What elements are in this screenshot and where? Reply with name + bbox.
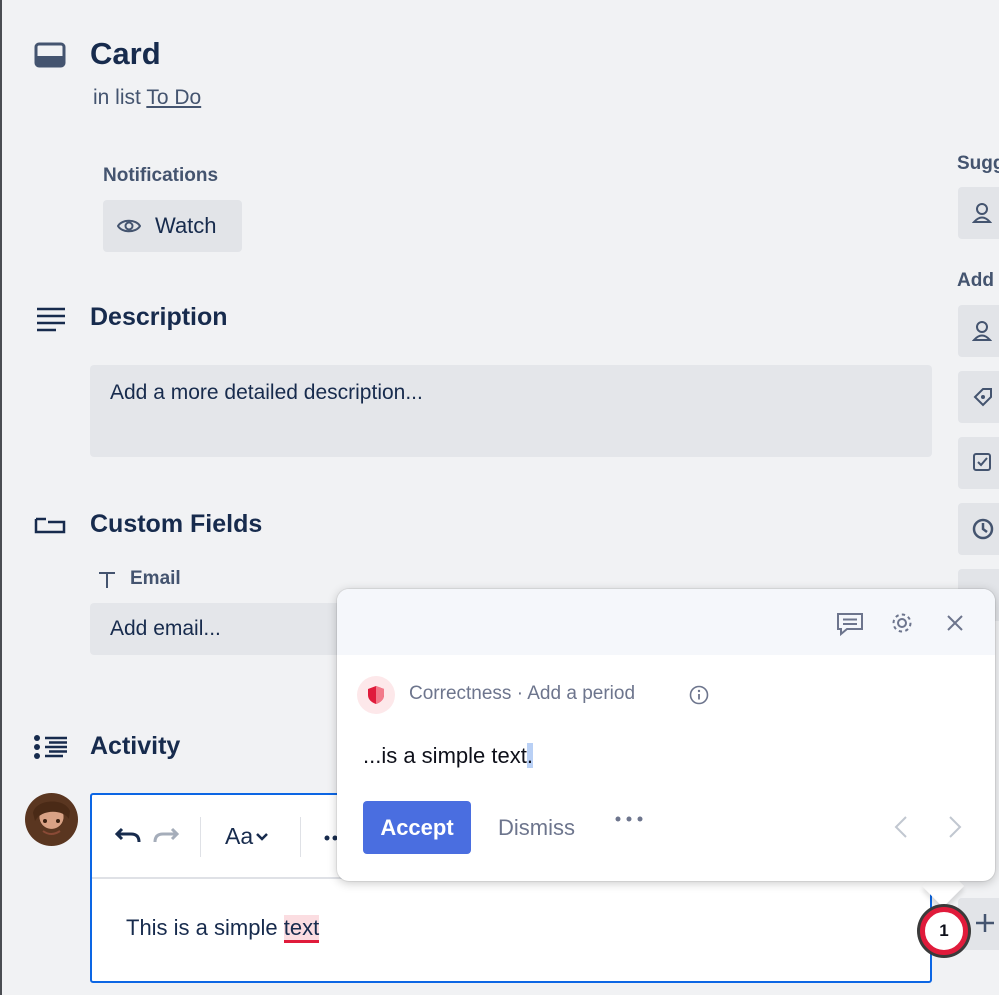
window-edge — [0, 0, 2, 995]
correctness-category-icon — [357, 676, 395, 714]
suggestion-preview-text: ...is a simple text — [363, 743, 527, 768]
person-icon — [972, 202, 992, 224]
activity-icon — [33, 734, 69, 760]
checklist-button[interactable] — [958, 437, 999, 489]
user-avatar[interactable] — [25, 793, 78, 846]
list-info: in list To Do — [93, 86, 201, 110]
comment-text[interactable]: This is a simple text — [126, 915, 320, 943]
watch-label: Watch — [155, 213, 217, 238]
suggested-insertion: . — [526, 743, 533, 768]
eye-icon — [117, 218, 141, 234]
chevron-down-icon — [255, 832, 269, 842]
clock-icon — [972, 518, 994, 540]
accept-button[interactable]: Accept — [363, 801, 471, 854]
close-icon[interactable] — [945, 613, 965, 633]
dismiss-button[interactable]: Dismiss — [498, 815, 575, 841]
undo-icon[interactable] — [114, 825, 142, 847]
checkbox-icon — [972, 452, 992, 472]
email-field-label: Email — [130, 568, 181, 589]
grammar-suggestion-popup: Correctness · Add a period ...is a simpl… — [337, 589, 995, 881]
suggested-join-button[interactable] — [958, 187, 999, 239]
custom-fields-title: Custom Fields — [90, 510, 263, 538]
feedback-icon[interactable] — [835, 611, 865, 637]
description-icon — [36, 306, 66, 332]
text-style-label: Aa — [225, 823, 254, 849]
suggestion-preview: ...is a simple text. — [363, 743, 533, 769]
members-button[interactable] — [958, 305, 999, 357]
text-type-icon — [97, 570, 117, 590]
suggestion-category: Correctness · Add a period — [409, 683, 636, 704]
email-field[interactable]: Add email... — [90, 603, 350, 655]
dates-button[interactable] — [958, 503, 999, 555]
list-link[interactable]: To Do — [146, 86, 201, 109]
more-options-icon[interactable] — [615, 816, 643, 822]
toolbar-divider — [300, 817, 301, 857]
card-title[interactable]: Card — [90, 36, 161, 72]
redo-icon[interactable] — [152, 825, 180, 847]
labels-button[interactable] — [958, 371, 999, 423]
custom-fields-icon — [33, 514, 67, 536]
alert-count: 1 — [920, 907, 968, 955]
card-icon — [34, 42, 66, 70]
notifications-label: Notifications — [103, 165, 219, 186]
text-style-dropdown[interactable]: Aa — [225, 823, 269, 850]
description-title: Description — [90, 303, 228, 331]
add-to-card-label: Add — [957, 270, 994, 291]
person-icon — [972, 320, 992, 342]
description-field[interactable]: Add a more detailed description... — [90, 365, 932, 457]
watch-button[interactable]: Watch — [103, 200, 242, 252]
more-formatting-icon[interactable] — [324, 835, 338, 841]
list-prefix: in list — [93, 86, 141, 109]
info-icon[interactable] — [689, 685, 709, 705]
next-suggestion-icon[interactable] — [948, 815, 962, 839]
suggested-label: Sugg — [957, 153, 999, 174]
plus-icon — [974, 912, 996, 934]
tag-icon — [972, 386, 994, 408]
activity-title: Activity — [90, 732, 181, 760]
grammar-alerts-badge[interactable]: 1 — [915, 905, 969, 963]
flagged-word[interactable]: text — [283, 915, 320, 943]
previous-suggestion-icon[interactable] — [894, 815, 908, 839]
toolbar-divider — [200, 817, 201, 857]
comment-text-body: This is a simple — [126, 915, 284, 940]
popup-header — [337, 589, 995, 655]
gear-icon[interactable] — [890, 611, 914, 635]
